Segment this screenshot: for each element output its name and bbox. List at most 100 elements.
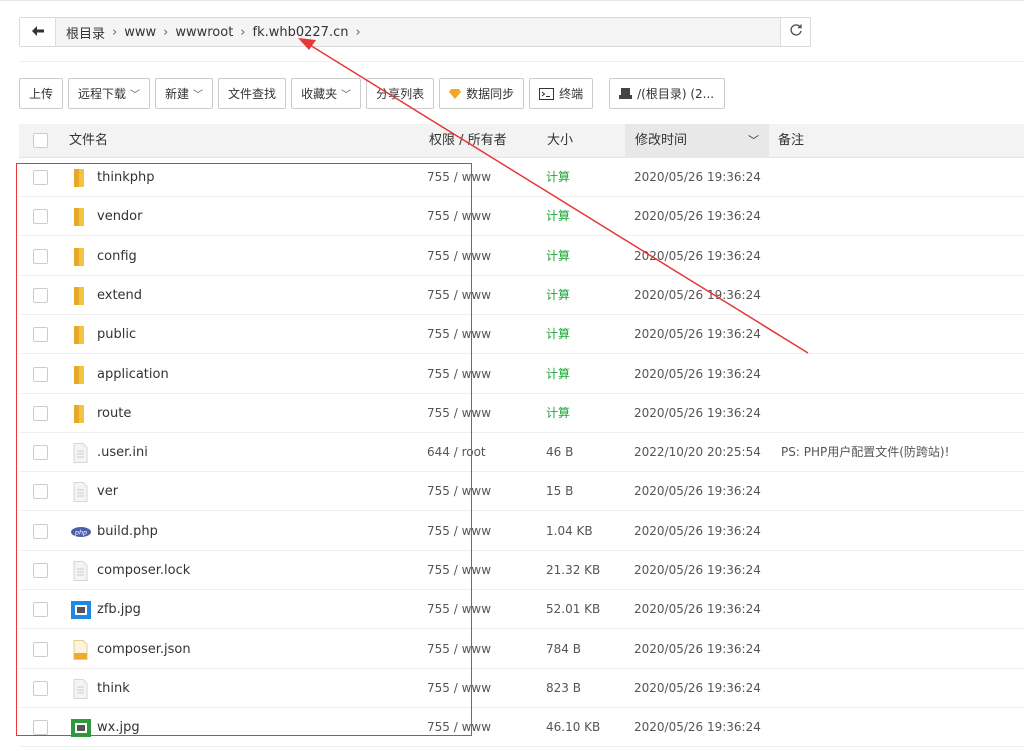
refresh-button[interactable] xyxy=(780,18,810,46)
top-divider xyxy=(0,0,1024,1)
php-file-icon: php xyxy=(71,522,91,542)
table-row[interactable]: config 755 / www 计算 2020/05/26 19:36:24 xyxy=(19,237,1024,276)
table-row[interactable]: .user.ini 644 / root 46 B 2022/10/20 20:25:… xyxy=(19,433,1024,473)
breadcrumb-root[interactable]: 根目录 xyxy=(62,23,109,42)
table-row[interactable]: wx.jpg 755 / www 46.10 KB 2020/05/26 19:36:… xyxy=(19,708,1024,748)
file-name[interactable]: composer.lock xyxy=(97,551,190,590)
row-checkbox[interactable] xyxy=(33,248,48,264)
file-name[interactable]: thinkphp xyxy=(97,158,154,197)
table-row[interactable]: php build.php 755 / www 1.04 KB 2020/05/26 1… xyxy=(19,512,1024,551)
file-name[interactable]: vendor xyxy=(97,197,142,236)
file-permission[interactable]: 755 / www xyxy=(427,590,491,629)
table-row[interactable]: think 755 / www 823 B 2020/05/26 19:36:24 xyxy=(19,669,1024,708)
share-list-button[interactable]: 分享列表 xyxy=(366,78,435,109)
table-row[interactable]: vendor 755 / www 计算 2020/05/26 19:36:24 xyxy=(19,197,1024,237)
row-checkbox[interactable] xyxy=(33,366,48,382)
file-size[interactable]: 计算 xyxy=(546,315,570,354)
file-name[interactable]: .user.ini xyxy=(97,433,148,472)
row-checkbox[interactable] xyxy=(33,563,48,578)
table-row[interactable]: composer.json 755 / www 784 B 2020/05/26 19… xyxy=(19,630,1024,669)
table-row[interactable]: public 755 / www 计算 2020/05/26 19:36:24 xyxy=(19,315,1024,355)
file-permission[interactable]: 755 / www xyxy=(427,512,491,551)
row-checkbox[interactable] xyxy=(33,405,48,421)
file-size[interactable]: 计算 xyxy=(546,237,570,276)
row-checkbox[interactable] xyxy=(33,287,48,303)
file-mtime: 2020/05/26 19:36:24 xyxy=(634,563,761,577)
file-permission[interactable]: 644 / root xyxy=(427,433,486,472)
table-row[interactable]: route 755 / www 计算 2020/05/26 19:36:24 xyxy=(19,394,1024,433)
file-name[interactable]: application xyxy=(97,355,169,394)
select-all-checkbox[interactable] xyxy=(33,133,48,148)
back-button[interactable] xyxy=(20,18,56,46)
new-button[interactable]: 新建 ﹀ xyxy=(155,78,214,109)
header-mtime[interactable]: 修改时间 ﹀ xyxy=(625,124,769,158)
row-checkbox[interactable] xyxy=(33,720,48,736)
row-checkbox[interactable] xyxy=(33,170,48,185)
header-permission[interactable]: 权限 / 所有者 xyxy=(429,124,507,158)
file-name[interactable]: extend xyxy=(97,276,142,315)
row-checkbox[interactable] xyxy=(33,641,48,657)
header-filename[interactable]: 文件名 xyxy=(69,124,108,158)
favorites-button[interactable]: 收藏夹 ﹀ xyxy=(291,78,362,109)
file-search-button[interactable]: 文件查找 xyxy=(218,78,287,109)
row-checkbox[interactable] xyxy=(33,209,48,225)
terminal-button[interactable]: 终端 xyxy=(529,78,594,109)
refresh-icon xyxy=(789,23,803,41)
row-checkbox[interactable] xyxy=(33,602,48,618)
file-permission[interactable]: 755 / www xyxy=(427,472,491,511)
file-size[interactable]: 计算 xyxy=(546,394,570,433)
file-permission[interactable]: 755 / www xyxy=(427,276,491,315)
file-permission[interactable]: 755 / www xyxy=(427,669,491,708)
file-name[interactable]: build.php xyxy=(97,512,158,551)
file-permission[interactable]: 755 / www xyxy=(427,394,491,433)
file-permission[interactable]: 755 / www xyxy=(427,315,491,354)
file-permission[interactable]: 755 / www xyxy=(427,197,491,236)
breadcrumb-wwwroot[interactable]: wwwroot xyxy=(171,25,237,40)
breadcrumb-www[interactable]: www xyxy=(120,25,160,40)
svg-text:php: php xyxy=(74,528,87,536)
remote-download-button[interactable]: 远程下载 ﹀ xyxy=(68,78,151,109)
file-permission[interactable]: 755 / www xyxy=(427,630,491,669)
table-row[interactable]: zfb.jpg 755 / www 52.01 KB 2020/05/26 19:36… xyxy=(19,590,1024,630)
table-header: 文件名 权限 / 所有者 大小 修改时间 ﹀ 备注 xyxy=(19,124,1024,158)
data-sync-button[interactable]: 数据同步 xyxy=(439,78,525,109)
row-checkbox[interactable] xyxy=(33,445,48,461)
file-mtime: 2020/05/26 19:36:24 xyxy=(634,170,761,184)
file-size: 21.32 KB xyxy=(546,563,601,577)
file-size[interactable]: 计算 xyxy=(546,276,570,315)
table-row[interactable]: thinkphp 755 / www 计算 2020/05/26 19:36:24 xyxy=(19,158,1024,197)
row-checkbox[interactable] xyxy=(33,680,48,696)
file-size: 52.01 KB xyxy=(546,602,601,617)
row-checkbox[interactable] xyxy=(33,523,48,539)
file-name[interactable]: config xyxy=(97,237,137,276)
file-name[interactable]: think xyxy=(97,669,130,708)
file-name[interactable]: zfb.jpg xyxy=(97,590,141,629)
header-size[interactable]: 大小 xyxy=(547,124,573,158)
table-row[interactable]: application 755 / www 计算 2020/05/26 19:36:2… xyxy=(19,355,1024,394)
breadcrumb-site[interactable]: fk.whb0227.cn xyxy=(249,25,353,40)
file-permission[interactable]: 755 / www xyxy=(427,237,491,276)
file-note[interactable]: PS: PHP用户配置文件(防跨站)! xyxy=(781,433,949,472)
file-permission[interactable]: 755 / www xyxy=(427,355,491,394)
file-size[interactable]: 计算 xyxy=(546,158,570,197)
table-row[interactable]: composer.lock 755 / www 21.32 KB 2020/05/26… xyxy=(19,551,1024,590)
file-permission[interactable]: 755 / www xyxy=(427,158,491,197)
file-size[interactable]: 计算 xyxy=(546,355,570,394)
file-name[interactable]: ver xyxy=(97,472,118,511)
chevron-right-icon: › xyxy=(240,24,246,40)
file-name[interactable]: public xyxy=(97,315,136,354)
file-name[interactable]: composer.json xyxy=(97,630,191,669)
file-mtime: 2022/10/20 20:25:54 xyxy=(634,445,761,460)
disk-button[interactable]: /(根目录) (2... xyxy=(609,78,726,109)
row-checkbox[interactable] xyxy=(33,327,48,343)
row-checkbox[interactable] xyxy=(33,484,48,500)
file-name[interactable]: wx.jpg xyxy=(97,708,140,747)
table-row[interactable]: ver 755 / www 15 B 2020/05/26 19:36:24 xyxy=(19,472,1024,512)
file-icon xyxy=(71,678,89,699)
file-permission[interactable]: 755 / www xyxy=(427,551,491,590)
table-row[interactable]: extend 755 / www 计算 2020/05/26 19:36:24 xyxy=(19,276,1024,315)
file-size[interactable]: 计算 xyxy=(546,197,570,236)
file-permission[interactable]: 755 / www xyxy=(427,708,491,747)
file-name[interactable]: route xyxy=(97,394,131,433)
upload-button[interactable]: 上传 xyxy=(19,78,64,109)
